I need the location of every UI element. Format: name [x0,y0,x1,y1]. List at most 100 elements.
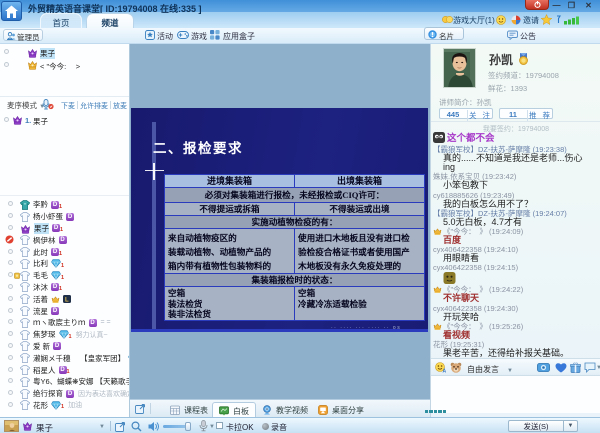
diamond-badge-icon [51,271,61,280]
video-icon[interactable] [537,362,550,373]
whiteboard-tab-1[interactable]: 课程表 [164,402,214,418]
mic-lock-icon[interactable] [42,99,54,110]
member-row[interactable]: 枫伊林D [0,234,129,246]
member-row[interactable]: 此时D1 [0,246,129,258]
speech-mode-select[interactable]: 自由发言 ▼ [467,364,513,375]
splitter-grip[interactable] [425,410,451,413]
member-row[interactable]: 比利1 [0,258,129,270]
send-options-caret[interactable]: ▼ [564,420,578,432]
chat-message: 百度 [433,236,600,245]
member-row[interactable]: 沐沐D1 [0,282,129,294]
radio-icon [8,319,13,324]
chat-toolbar: A 自由发言 ▼ ▼ [431,358,600,376]
quit-channel-button[interactable] [525,0,549,10]
member-row[interactable]: 李黔D1 [0,199,129,211]
purple-d-badge-icon: D [59,236,67,244]
home-button[interactable] [1,1,22,21]
chevron-down-icon[interactable]: ▼ [596,365,600,371]
record-dot-icon [262,423,269,430]
member-row[interactable]: 活着L [0,293,129,305]
microphone-icon[interactable] [199,420,208,432]
recommend-button[interactable]: 11 推 荐 [499,108,553,119]
member-left-slot [5,377,20,387]
send-button[interactable]: 发送(S) [508,420,564,432]
mic-queue-row[interactable]: 1.果子 [0,114,129,126]
magic-emoticon-icon[interactable] [450,362,462,373]
chevron-down-icon[interactable]: ▼ [209,424,215,430]
game-hall-button[interactable]: 游戏大厅(1) [442,15,495,26]
member-row[interactable]: ｍヽ歌宸主りｍD= = [0,317,129,329]
purple-d-badge-icon: D [66,213,74,221]
top-user-row[interactable]: 果子 [0,46,129,59]
card-button[interactable]: 名片 [424,27,464,40]
share-button[interactable] [511,15,521,25]
shirt-icon [20,282,30,292]
admin-button[interactable]: 管理员 [3,29,43,41]
favorite-button[interactable] [541,14,552,25]
chat-message: 开玩笑哈 [433,313,600,322]
table-row: 来自动植物疫区的 装载动植物、动植物产品的 箱内带有植物性包装物料的 使用进口木… [165,229,425,274]
top-user-row[interactable]: < "今今: > [0,59,129,72]
member-row[interactable]: 绝行探育D因为表达喜欢确定无疑 [0,388,129,400]
game-button[interactable]: 游戏 [191,31,207,42]
notice-button[interactable]: 公告 [520,31,536,42]
member-name: 枫伊林 [33,235,56,246]
member-left-slot [5,247,20,257]
member-name: 流星 [33,306,48,317]
search-icon[interactable] [131,421,142,432]
emoticon-picker-icon[interactable]: A [435,362,446,373]
maximize-button[interactable]: ❐ [565,1,578,10]
mic-release-link[interactable]: 放麦 [113,101,127,111]
member-row[interactable]: 毛毛1 [0,270,129,282]
chat-bubble-icon[interactable] [584,362,596,373]
follow-button[interactable]: 445 关 注 [439,108,493,119]
member-note: 因为表达喜欢确定无疑 [78,389,129,399]
member-note: 加油 [68,400,82,410]
popout-icon[interactable] [135,403,146,414]
invite-button[interactable]: 邀请 [523,15,539,26]
smiley-icon [496,15,506,25]
member-row[interactable]: 流星D [0,305,129,317]
purple-d-badge-icon: D [66,390,74,398]
chat-input[interactable] [431,376,600,413]
member-left-slot [5,353,20,363]
member-name: 爱 新 [33,341,50,352]
tab-channel[interactable]: 频道 [86,13,134,28]
share-icon [511,15,521,25]
whiteboard-tab-4[interactable]: 桌面分享 [312,402,370,418]
member-row[interactable]: 杨小虾蛋D [0,211,129,223]
member-row[interactable]: 果子D1 [0,223,129,235]
emotion-button[interactable] [496,15,506,25]
minimize-button[interactable]: — [550,1,563,10]
record-label[interactable]: 录音 [271,422,287,433]
member-name: 焦梦琛 [33,329,56,340]
karaoke-checkbox[interactable] [216,422,223,429]
activity-button[interactable]: 活动 [157,31,173,42]
member-row[interactable]: 花形1加油 [0,400,129,412]
gift-icon[interactable] [570,362,581,373]
heart-icon[interactable] [555,362,567,373]
member-row[interactable]: 焦梦琛1努力认真~ [0,329,129,341]
whiteboard-tab-2[interactable]: 白板 [212,402,256,418]
volume-slider-handle[interactable] [185,422,191,431]
member-left-slot [5,389,20,399]
popout-window-icon[interactable] [115,421,126,432]
speaker-icon[interactable] [148,421,160,432]
mic-mode-label[interactable]: 麦序模式 ▼ [7,100,45,111]
member-left-slot [5,294,20,304]
chevron-down-icon[interactable]: ▼ [99,424,105,430]
member-row[interactable]: 濑娴メ千穗 【皇家军团】 [0,352,129,364]
whiteboard-icon [219,406,229,416]
member-row[interactable]: 稻星人D1 [0,364,129,376]
mic-down-link[interactable]: 下麦 [61,101,75,111]
close-button[interactable]: ✕ [582,1,595,10]
tab-home[interactable]: 首页 [40,13,82,28]
member-left-slot [5,306,20,316]
whiteboard-tab-3[interactable]: 教学视频 [256,402,314,418]
member-name: 此时 [33,247,48,258]
radio-icon [4,117,9,122]
member-row[interactable]: 爱 新D [0,341,129,353]
app-box-button[interactable]: 应用盒子 [223,31,255,42]
mic-allow-link[interactable]: 允许排麦 [80,101,108,111]
member-row[interactable]: 粤Y6、蝴蝶❋安娜 【天籁歌手】 [0,376,129,388]
